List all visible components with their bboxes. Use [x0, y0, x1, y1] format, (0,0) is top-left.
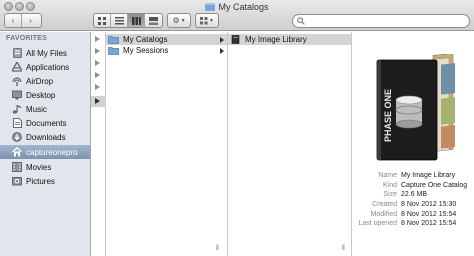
disclosure-arrow-icon[interactable]: [95, 84, 100, 90]
info-label: Last opened: [358, 220, 397, 227]
sidebar-item-pictures[interactable]: Pictures: [0, 174, 90, 188]
list-item-my-sessions[interactable]: My Sessions: [106, 45, 227, 56]
column-my-catalogs-parent: My Catalogs My Sessions ‖: [106, 32, 228, 256]
gear-icon: ⚙: [172, 16, 180, 25]
info-value: 8 Nov 2012 15:54: [401, 220, 457, 227]
sidebar-item-captureonepro[interactable]: captureonepro: [0, 145, 90, 159]
column-resize-handle[interactable]: ‖: [342, 245, 345, 252]
folder-icon: [108, 36, 119, 44]
action-menu-button[interactable]: ⚙ ▼: [167, 13, 191, 28]
column-view-button[interactable]: [128, 14, 145, 27]
sidebar-item-desktop[interactable]: Desktop: [0, 88, 90, 102]
folder-icon: [205, 3, 216, 11]
search-icon: [297, 17, 305, 25]
info-value: 8 Nov 2012 15:30: [401, 201, 457, 208]
sidebar-item-music[interactable]: Music: [0, 102, 90, 116]
search-field[interactable]: [292, 14, 470, 28]
sidebar-item-label: Music: [26, 104, 47, 114]
chevron-right-icon: [220, 48, 224, 54]
folder-icon: [108, 47, 119, 55]
chevron-down-icon: ▼: [209, 17, 214, 24]
list-item-label: My Catalogs: [123, 35, 168, 44]
sidebar-favorites-header: FAVORITES: [6, 35, 47, 42]
sidebar-item-airdrop[interactable]: AirDrop: [0, 74, 90, 88]
list-item-label: My Sessions: [123, 46, 169, 55]
list-item-label: My Image Library: [245, 35, 307, 44]
column-my-catalogs: My Image Library ‖: [228, 32, 352, 256]
pictures-icon: [12, 176, 22, 186]
column-view-icon: [131, 16, 141, 25]
list-item-my-image-library[interactable]: My Image Library: [228, 34, 351, 45]
info-last-opened: Last opened 8 Nov 2012 15:54: [354, 220, 472, 227]
sidebar-item-label: Movies: [26, 162, 52, 172]
info-label: Size: [383, 191, 397, 198]
info-modified: Modified 8 Nov 2012 15:54: [354, 211, 472, 218]
icon-view-icon: [97, 16, 106, 25]
sidebar-item-label: Documents: [26, 118, 67, 128]
search-input[interactable]: [307, 16, 465, 26]
sidebar-item-documents[interactable]: Documents: [0, 116, 90, 130]
view-mode-control: [93, 13, 163, 28]
info-created: Created 8 Nov 2012 15:30: [354, 201, 472, 208]
window-title: My Catalogs: [0, 2, 474, 12]
info-kind: Kind Capture One Catalog: [354, 182, 472, 189]
desktop-icon: [12, 90, 22, 100]
sidebar-item-label: Desktop: [26, 90, 56, 100]
info-value: Capture One Catalog: [401, 182, 468, 189]
sidebar-item-label: Applications: [26, 62, 70, 72]
capture-one-catalog-preview: PHASE ONE: [376, 54, 455, 161]
disclosure-arrow-icon[interactable]: [95, 36, 100, 42]
info-value: My Image Library: [401, 172, 456, 179]
info-value: 22.6 MB: [401, 191, 428, 198]
info-name: Name My Image Library: [354, 172, 472, 179]
window-title-text: My Catalogs: [218, 2, 269, 12]
sidebar: FAVORITES All My Files Applications AirD…: [0, 32, 91, 256]
sidebar-item-movies[interactable]: Movies: [0, 160, 90, 174]
cover-flow-icon: [149, 16, 158, 25]
parent-column: [91, 32, 106, 256]
disclosure-arrow-icon[interactable]: [95, 72, 100, 78]
home-icon: [12, 147, 22, 157]
phase-one-logo: PHASE ONE: [383, 89, 393, 142]
back-forward-control: ‹ ›: [4, 13, 42, 28]
sidebar-item-label: AirDrop: [26, 76, 54, 86]
info-label: Modified: [370, 211, 397, 218]
chevron-right-icon: [220, 37, 224, 43]
cover-flow-view-button[interactable]: [145, 14, 162, 27]
catalog-file-icon: [231, 35, 240, 44]
movies-icon: [12, 162, 22, 172]
column-resize-handle[interactable]: ‖: [216, 245, 225, 254]
list-item-my-catalogs[interactable]: My Catalogs: [106, 34, 227, 45]
sidebar-item-label: Pictures: [26, 176, 55, 186]
sidebar-item-label: All My Files: [26, 48, 67, 58]
forward-button[interactable]: ›: [22, 14, 39, 27]
info-label: Name: [378, 172, 397, 179]
grid-icon: [200, 16, 208, 24]
info-label: Created: [372, 201, 397, 208]
airdrop-icon: [12, 76, 22, 86]
window-toolbar: My Catalogs ‹ › ⚙ ▼ ▼: [0, 0, 474, 31]
icon-view-button[interactable]: [94, 14, 111, 27]
list-view-icon: [114, 16, 124, 24]
sidebar-item-applications[interactable]: Applications: [0, 60, 90, 74]
documents-icon: [12, 118, 22, 128]
chevron-down-icon: ▼: [180, 17, 186, 24]
disclosure-arrow-icon[interactable]: [95, 60, 100, 66]
sidebar-item-downloads[interactable]: Downloads: [0, 130, 90, 144]
disclosure-arrow-icon[interactable]: [95, 98, 100, 104]
list-view-button[interactable]: [111, 14, 128, 27]
info-value: 8 Nov 2012 15:54: [401, 211, 457, 218]
downloads-icon: [12, 132, 22, 142]
applications-icon: [12, 62, 22, 72]
sidebar-item-label: Downloads: [26, 132, 66, 142]
all-files-icon: [12, 48, 22, 58]
sidebar-item-label: captureonepro: [26, 147, 78, 157]
info-label: Kind: [382, 182, 397, 189]
info-size: Size 22.6 MB: [354, 191, 472, 198]
back-button[interactable]: ‹: [5, 14, 22, 27]
sidebar-item-all-my-files[interactable]: All My Files: [0, 46, 90, 60]
arrange-menu-button[interactable]: ▼: [195, 13, 219, 28]
disclosure-arrow-icon[interactable]: [95, 48, 100, 54]
music-icon: [12, 104, 22, 114]
